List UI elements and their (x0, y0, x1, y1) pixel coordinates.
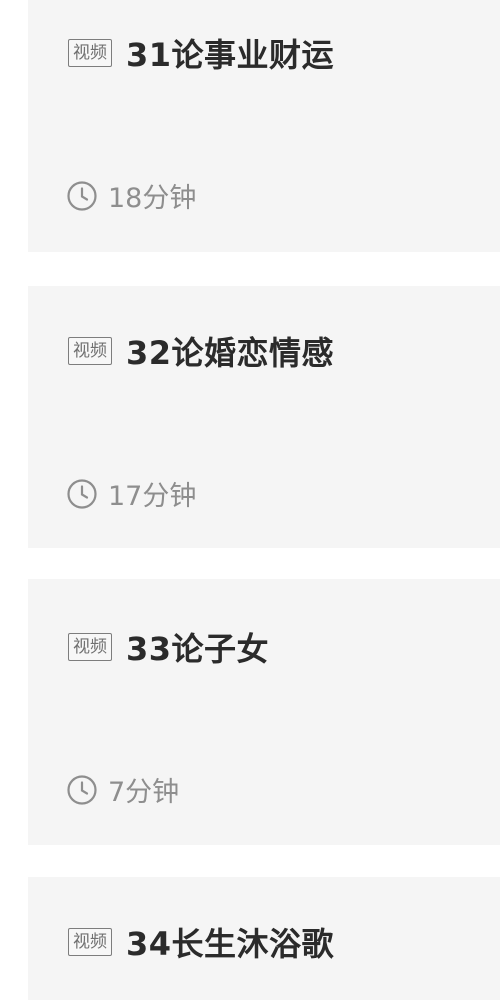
video-badge: 视频 (68, 39, 112, 67)
lesson-title-row: 视频 32论婚恋情感 (68, 328, 334, 374)
lesson-title-row: 视频 31论事业财运 (68, 30, 334, 76)
lesson-list: 视频 31论事业财运 18分钟 视频 32论婚恋情感 17分钟 视频 33论子女… (0, 0, 500, 1000)
lesson-card[interactable]: 视频 31论事业财运 18分钟 (28, 0, 500, 252)
clock-icon (66, 478, 98, 510)
lesson-duration: 17分钟 (108, 481, 197, 512)
lesson-card[interactable]: 视频 32论婚恋情感 17分钟 (28, 286, 500, 548)
lesson-title-row: 视频 33论子女 (68, 624, 269, 670)
lesson-card[interactable]: 视频 33论子女 7分钟 (28, 579, 500, 845)
lesson-duration: 7分钟 (108, 777, 180, 808)
lesson-duration-row: 7分钟 (66, 770, 179, 809)
clock-icon (66, 180, 98, 212)
clock-icon (66, 774, 98, 806)
video-badge: 视频 (68, 337, 112, 365)
lesson-duration-row: 18分钟 (66, 176, 196, 215)
lesson-title: 31论事业财运 (126, 36, 335, 74)
lesson-title: 34长生沐浴歌 (126, 925, 335, 963)
lesson-card[interactable]: 视频 34长生沐浴歌 (28, 877, 500, 1000)
lesson-duration-row: 17分钟 (66, 474, 196, 513)
video-badge: 视频 (68, 928, 112, 956)
lesson-title-row: 视频 34长生沐浴歌 (68, 919, 334, 965)
lesson-title: 32论婚恋情感 (126, 334, 335, 372)
lesson-title: 33论子女 (126, 630, 270, 668)
lesson-duration: 18分钟 (108, 183, 197, 214)
video-badge: 视频 (68, 633, 112, 661)
